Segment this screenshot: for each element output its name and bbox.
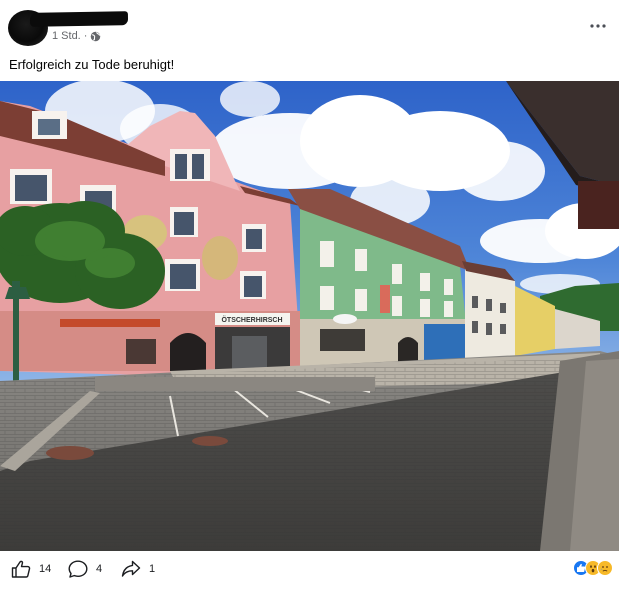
post-timestamp[interactable]: 1 Std.	[52, 30, 81, 42]
more-dots-icon	[590, 24, 606, 28]
like-count: 14	[39, 563, 52, 575]
comment-bubble-icon	[68, 560, 88, 578]
meta-separator: ·	[83, 30, 88, 42]
redacted-author-name[interactable]	[29, 11, 129, 27]
town-square-photo: ÖTSCHERHIRSCH	[0, 81, 619, 551]
thumbs-up-icon	[11, 560, 31, 578]
post-photo[interactable]: ÖTSCHERHIRSCH	[0, 81, 619, 551]
share-button[interactable]: 1	[121, 560, 155, 578]
comment-count: 4	[96, 563, 103, 575]
share-arrow-icon	[121, 560, 141, 577]
post-meta: 1 Std. ·	[52, 30, 101, 42]
shop-sign: ÖTSCHERHIRSCH	[221, 315, 282, 324]
post-footer: 14 4 1	[0, 551, 619, 590]
sad-reaction-icon	[597, 560, 613, 576]
comment-button[interactable]: 4	[68, 560, 102, 578]
globe-icon[interactable]	[90, 31, 101, 42]
post-header: 1 Std. ·	[0, 0, 619, 50]
share-count: 1	[149, 563, 156, 575]
like-button[interactable]: 14	[11, 560, 51, 578]
more-options-button[interactable]	[587, 18, 609, 34]
facebook-post: 1 Std. · Erfolgreich zu Tode beruhigt! Ö…	[0, 0, 619, 590]
reactions-summary[interactable]	[573, 560, 613, 576]
post-caption: Erfolgreich zu Tode beruhigt!	[9, 57, 175, 72]
